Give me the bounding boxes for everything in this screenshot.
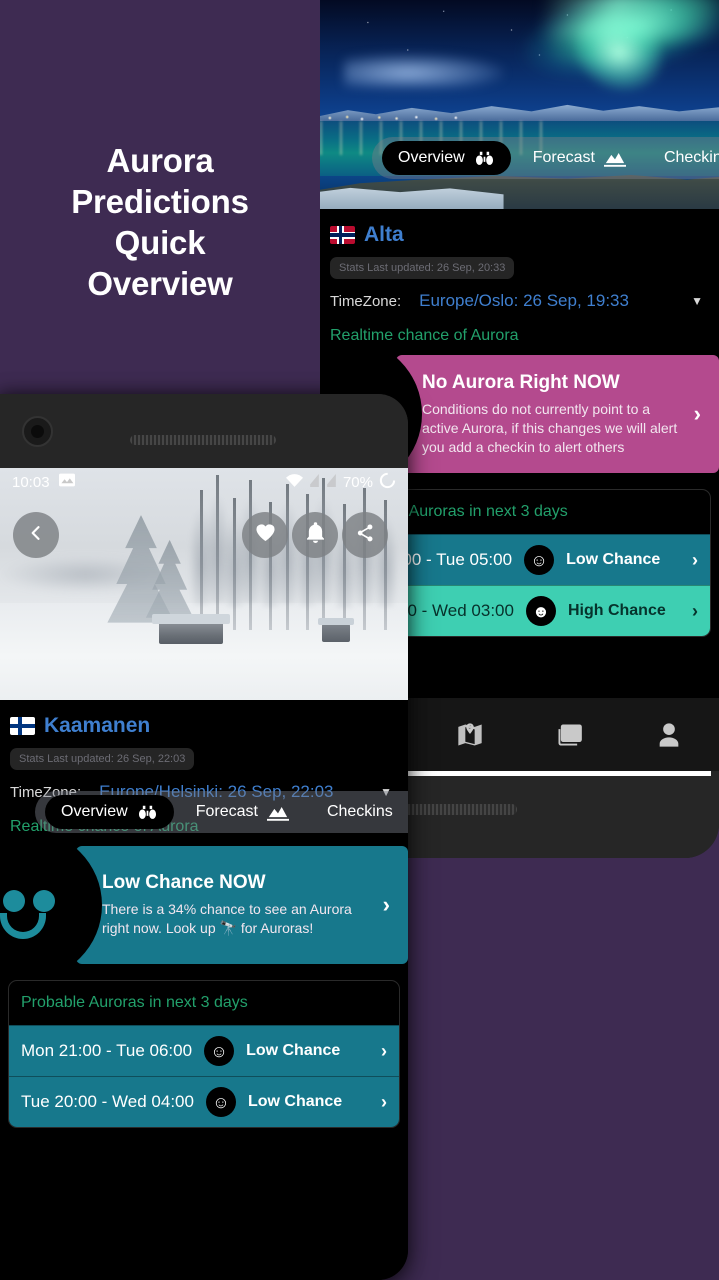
tab-checkins-label: Checkins <box>326 803 393 820</box>
tab-checkins[interactable]: Checkins <box>648 141 719 175</box>
foreground-phone-screen: 10:03 70% Overview Forecast Checkins Kaa… <box>0 468 408 1280</box>
probable-row-time: Tue 20:00 - Wed 04:00 <box>21 1092 194 1111</box>
status-bar: 10:03 70% <box>0 468 408 496</box>
image-icon <box>58 473 75 491</box>
realtime-chance-card[interactable]: Low Chance NOW There is a 34% chance to … <box>0 846 408 964</box>
foreground-phone-mockup: 10:03 70% Overview Forecast Checkins Kaa… <box>0 394 408 1280</box>
tab-bar: Overview Forecast Checkins <box>35 791 408 833</box>
city-name: Alta <box>364 223 404 246</box>
chevron-right-icon[interactable]: › <box>381 1041 387 1062</box>
battery-charging-icon <box>379 472 396 493</box>
probable-row-label: Low Chance <box>566 551 661 568</box>
chevron-right-icon[interactable]: › <box>692 601 698 622</box>
city-header: Alta <box>320 209 719 247</box>
alert-button[interactable] <box>292 512 338 558</box>
chart-icon <box>603 150 626 167</box>
probable-heading: Probable Auroras in next 3 days <box>21 994 248 1011</box>
chevron-right-icon[interactable]: › <box>686 401 709 427</box>
map-icon[interactable] <box>456 721 484 749</box>
probable-auroras-card: Probable Auroras in next 3 days Mon 21:0… <box>8 980 400 1128</box>
foreground-phone-content: Kaamanen Stats Last updated: 26 Sep, 22:… <box>0 700 408 1280</box>
chevron-down-icon[interactable]: ▼ <box>691 294 709 308</box>
tab-bar: Overview Forecast Checkins <box>372 137 719 179</box>
chevron-left-icon <box>26 523 46 548</box>
screenshot-stage: Aurora Predictions Quick Overview Overvi… <box>0 0 719 1280</box>
finland-flag-icon <box>10 717 35 735</box>
tab-checkins-label: Checkins <box>663 149 719 166</box>
chevron-right-icon[interactable]: › <box>381 1092 387 1113</box>
tab-forecast-label: Forecast <box>532 149 595 166</box>
realtime-card-title: Low Chance NOW <box>102 872 266 893</box>
tab-forecast[interactable]: Forecast <box>180 795 305 829</box>
smiley-icon: ☺ <box>205 1087 236 1117</box>
realtime-card-description: Conditions do not currently point to a a… <box>422 400 678 455</box>
tab-overview-label: Overview <box>61 803 128 820</box>
tab-forecast[interactable]: Forecast <box>517 141 642 175</box>
status-bar-time: 10:03 <box>12 473 50 491</box>
favorite-button[interactable] <box>242 512 288 558</box>
tab-overview[interactable]: Overview <box>382 141 511 175</box>
city-header: Kaamanen <box>0 700 408 738</box>
tab-forecast-label: Forecast <box>195 803 258 820</box>
chevron-right-icon[interactable]: › <box>692 550 698 571</box>
foreground-phone-topbar <box>0 394 408 468</box>
timezone-value: Europe/Oslo: 26 Sep, 19:33 <box>419 291 629 310</box>
share-button[interactable] <box>342 512 388 558</box>
binoculars-icon <box>137 804 158 821</box>
realtime-card-title: No Aurora Right NOW <box>422 371 620 393</box>
chevron-right-icon[interactable]: › <box>375 892 398 918</box>
norway-flag-icon <box>330 226 355 244</box>
probable-row[interactable]: Mon 21:00 - Tue 06:00 ☺ Low Chance › <box>9 1025 399 1076</box>
winter-hero-image <box>0 468 408 700</box>
promo-title: Aurora Predictions Quick Overview <box>71 142 249 302</box>
probable-row-label: High Chance <box>567 602 666 619</box>
probable-row-label: Low Chance <box>247 1093 343 1110</box>
city-name: Kaamanen <box>44 714 151 737</box>
star-eyes-smiley-icon: ☻ <box>525 596 556 626</box>
gallery-icon[interactable] <box>555 721 583 749</box>
probable-row-time: Mon 21:00 - Tue 06:00 <box>21 1041 193 1060</box>
share-icon <box>355 523 375 548</box>
wifi-icon <box>285 473 303 491</box>
realtime-heading: Realtime chance of Aurora <box>330 327 519 344</box>
earpiece-grille <box>130 435 276 445</box>
timezone-label: TimeZone: <box>330 292 402 310</box>
battery-percent: 70% <box>342 473 373 491</box>
smiley-icon: ☺ <box>524 545 555 575</box>
front-camera-icon <box>22 416 53 447</box>
probable-row[interactable]: Tue 20:00 - Wed 04:00 ☺ Low Chance › <box>9 1076 399 1127</box>
heart-icon <box>255 523 276 547</box>
smiley-icon: ☺ <box>204 1036 235 1066</box>
signal-icon <box>309 473 320 491</box>
tab-overview-label: Overview <box>398 149 465 166</box>
signal-icon-secondary <box>326 473 337 491</box>
smiley-face-icon <box>0 846 102 964</box>
stats-last-updated-chip: Stats Last updated: 26 Sep, 20:33 <box>330 257 515 279</box>
back-button[interactable] <box>13 512 59 558</box>
bell-icon <box>306 522 325 548</box>
realtime-card-description: There is a 34% chance to see an Aurora r… <box>102 901 352 936</box>
chart-icon <box>266 804 289 821</box>
binoculars-icon <box>474 150 495 167</box>
profile-icon[interactable] <box>655 721 683 749</box>
tab-overview[interactable]: Overview <box>45 795 174 829</box>
timezone-row[interactable]: TimeZone: Europe/Oslo: 26 Sep, 19:33 ▼ <box>320 279 719 311</box>
stats-last-updated-chip: Stats Last updated: 26 Sep, 22:03 <box>10 748 195 770</box>
tab-checkins[interactable]: Checkins <box>311 795 408 829</box>
probable-row-label: Low Chance <box>246 1042 341 1059</box>
